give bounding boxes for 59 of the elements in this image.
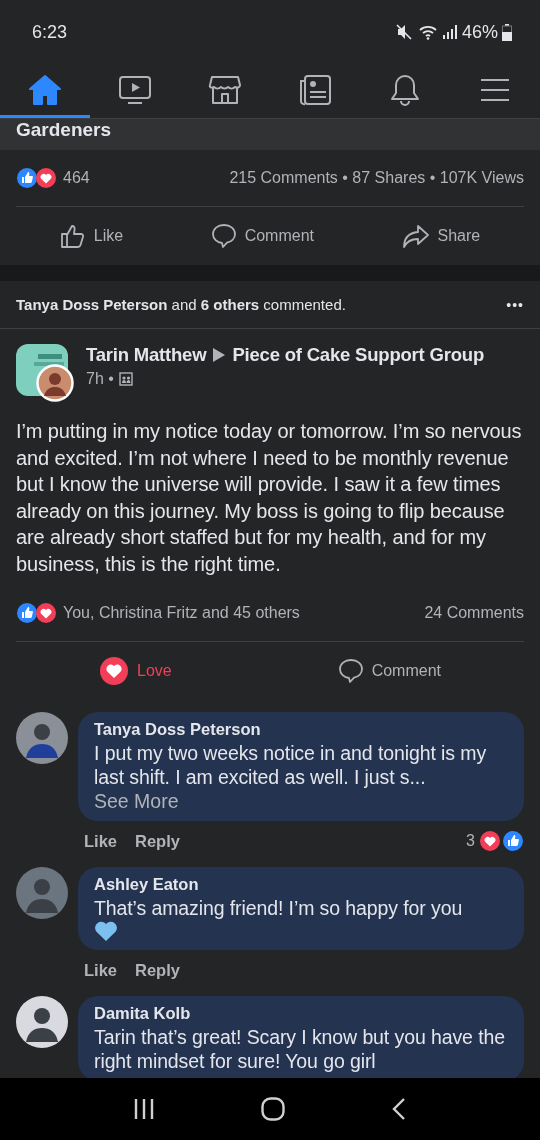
newspaper-icon [298, 73, 332, 106]
comment-text: I put my two weeks notice in and tonight is my last shift. I am excited as well. I just s... [94, 741, 488, 789]
commenter-avatar[interactable] [16, 996, 68, 1048]
heart-icon [94, 920, 118, 942]
comment-text: That’s amazing friend! I’m so happy for you [94, 896, 463, 920]
comment-action-link[interactable]: Reply [135, 960, 188, 980]
home-button-icon[interactable] [261, 1097, 285, 1121]
love-reaction-icon [479, 830, 501, 852]
signal-icon [441, 24, 458, 40]
back-icon[interactable] [391, 1097, 407, 1121]
share-arrow-icon [401, 223, 430, 249]
comment-text: Tarin that’s great! Scary I know but you have the right mindset for sure! You go girl [94, 1025, 506, 1073]
battery-percent: 46% [461, 21, 498, 43]
reaction-count: 464 [63, 169, 90, 187]
group-name[interactable]: Piece of Cake Support Group [232, 344, 484, 366]
home-icon [28, 73, 62, 106]
post-title: Gardeners [16, 119, 112, 141]
activity-text: Tanya Doss Peterson and 6 others commented. [16, 296, 346, 313]
storefront-icon [208, 73, 242, 106]
group-privacy-icon [118, 372, 133, 386]
commenter-name[interactable]: Ashley Eaton [94, 875, 199, 894]
bell-icon [389, 72, 421, 107]
menu-icon [480, 76, 510, 103]
comment-action-link[interactable]: Like [84, 960, 126, 980]
commenter-name[interactable]: Damita Kolb [94, 1004, 191, 1023]
more-options-button[interactable]: ••• [506, 296, 524, 313]
wifi-icon [417, 24, 438, 40]
mute-icon [395, 24, 414, 40]
post-action-button[interactable]: Comment [329, 654, 449, 688]
comment-count[interactable]: 24 Comments [424, 604, 524, 622]
post-action-button[interactable]: Comment [202, 219, 322, 253]
like-reaction-icon [502, 830, 524, 852]
comment-action-link[interactable]: Reply [135, 831, 188, 851]
love-reaction-icon [35, 602, 57, 624]
recent-apps-icon[interactable] [133, 1098, 155, 1120]
thumbs-up-icon [59, 223, 86, 249]
love-reaction-icon [35, 167, 57, 189]
post-stats: 215 Comments • 87 Shares • 107K Views [229, 169, 524, 187]
commenter-avatar[interactable] [16, 712, 68, 764]
post-action-button[interactable]: Like [51, 219, 132, 253]
speech-bubble-icon [337, 658, 364, 684]
post-action-button[interactable]: Love [91, 652, 180, 690]
see-more-link[interactable]: See More [94, 789, 179, 813]
like-reaction-icon [16, 167, 38, 189]
post-time: 7h • [86, 370, 114, 388]
author-name[interactable]: Tarin Matthew [86, 344, 207, 366]
battery-icon [502, 23, 512, 41]
post-text: I’m putting in my notice today or tomorrow. I’m so nervous and excited. I’m not where I need to be monthly revenue but I know the universe will provide. I saw it a few times already on this journey. My boss is going to flip because are already short staffed but for my health, and for my business, this is the right time. [16, 419, 523, 577]
reaction-summary[interactable]: You, Christina Fritz and 45 others [63, 604, 300, 622]
comment-reaction-count: 3 [466, 832, 475, 850]
user-avatar [36, 364, 74, 402]
commenter-name[interactable]: Tanya Doss Peterson [94, 720, 261, 739]
status-time: 6:23 [32, 21, 68, 43]
video-icon [118, 74, 152, 105]
triangle-arrow-icon [212, 347, 227, 363]
post-action-button[interactable]: Share [393, 219, 489, 253]
speech-bubble-icon [210, 223, 237, 249]
comment-action-link[interactable]: Like [84, 831, 126, 851]
like-reaction-icon [16, 602, 38, 624]
